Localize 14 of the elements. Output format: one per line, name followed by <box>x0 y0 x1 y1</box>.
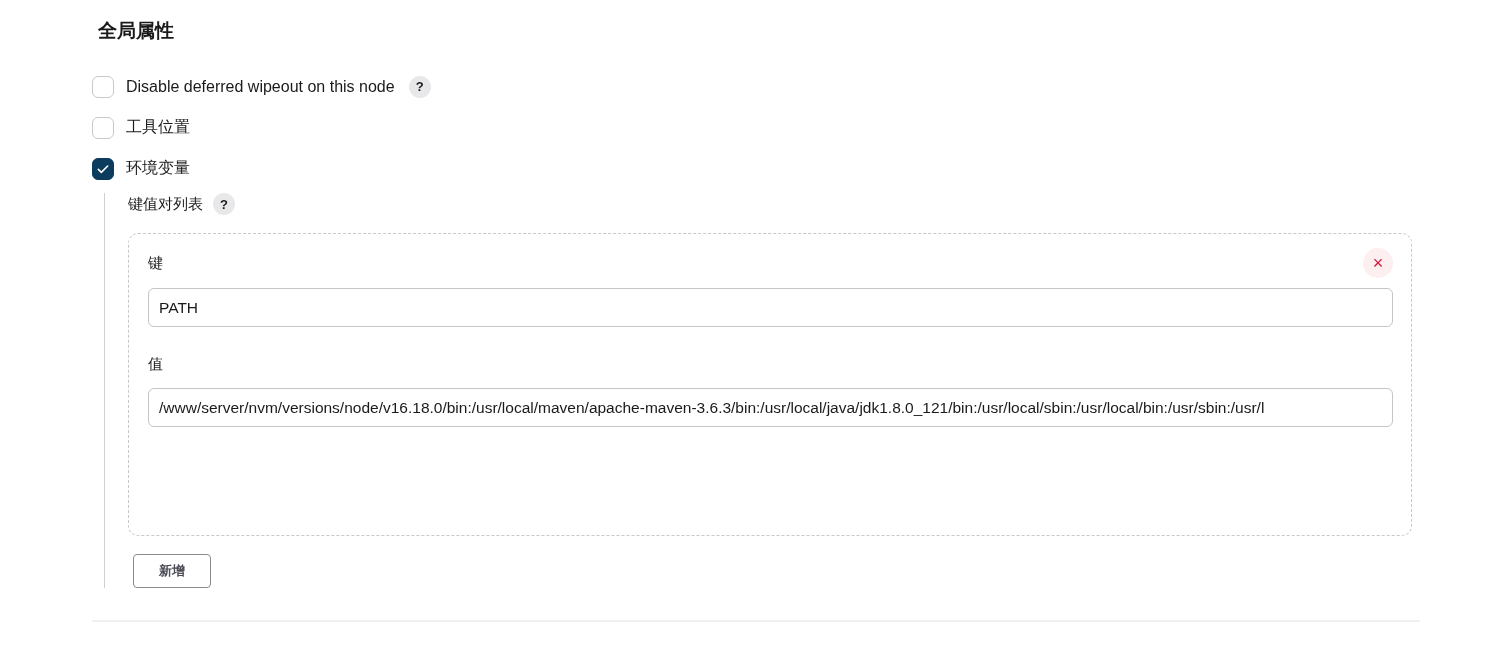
checkbox-label: Disable deferred wipeout on this node <box>126 77 395 96</box>
help-icon[interactable]: ? <box>213 193 235 215</box>
input-field[interactable]: PATH <box>148 288 1393 327</box>
help-icon[interactable]: ? <box>408 75 431 98</box>
close-button[interactable]: × <box>1363 248 1393 278</box>
add-button[interactable]: 新增 <box>133 554 211 588</box>
checkbox-label: 环境变量 <box>126 158 190 178</box>
field-label: 值 <box>148 355 164 374</box>
checkbox[interactable] <box>92 157 114 180</box>
field-label: 键值对列表 <box>128 194 203 214</box>
checkbox-label: 工具位置 <box>126 117 190 137</box>
input-field[interactable]: /www/server/nvm/versions/node/v16.18.0/bin:/usr/local/maven/apache-maven-3.6.3/bin:/usr/local/java/jdk1.8.0_121/bin:/usr/local/sbin:/usr/local/bin:/usr/sbin:/usr/l <box>148 388 1393 427</box>
field-label: 键 <box>148 253 163 273</box>
section-title: 全局属性 <box>98 19 175 43</box>
